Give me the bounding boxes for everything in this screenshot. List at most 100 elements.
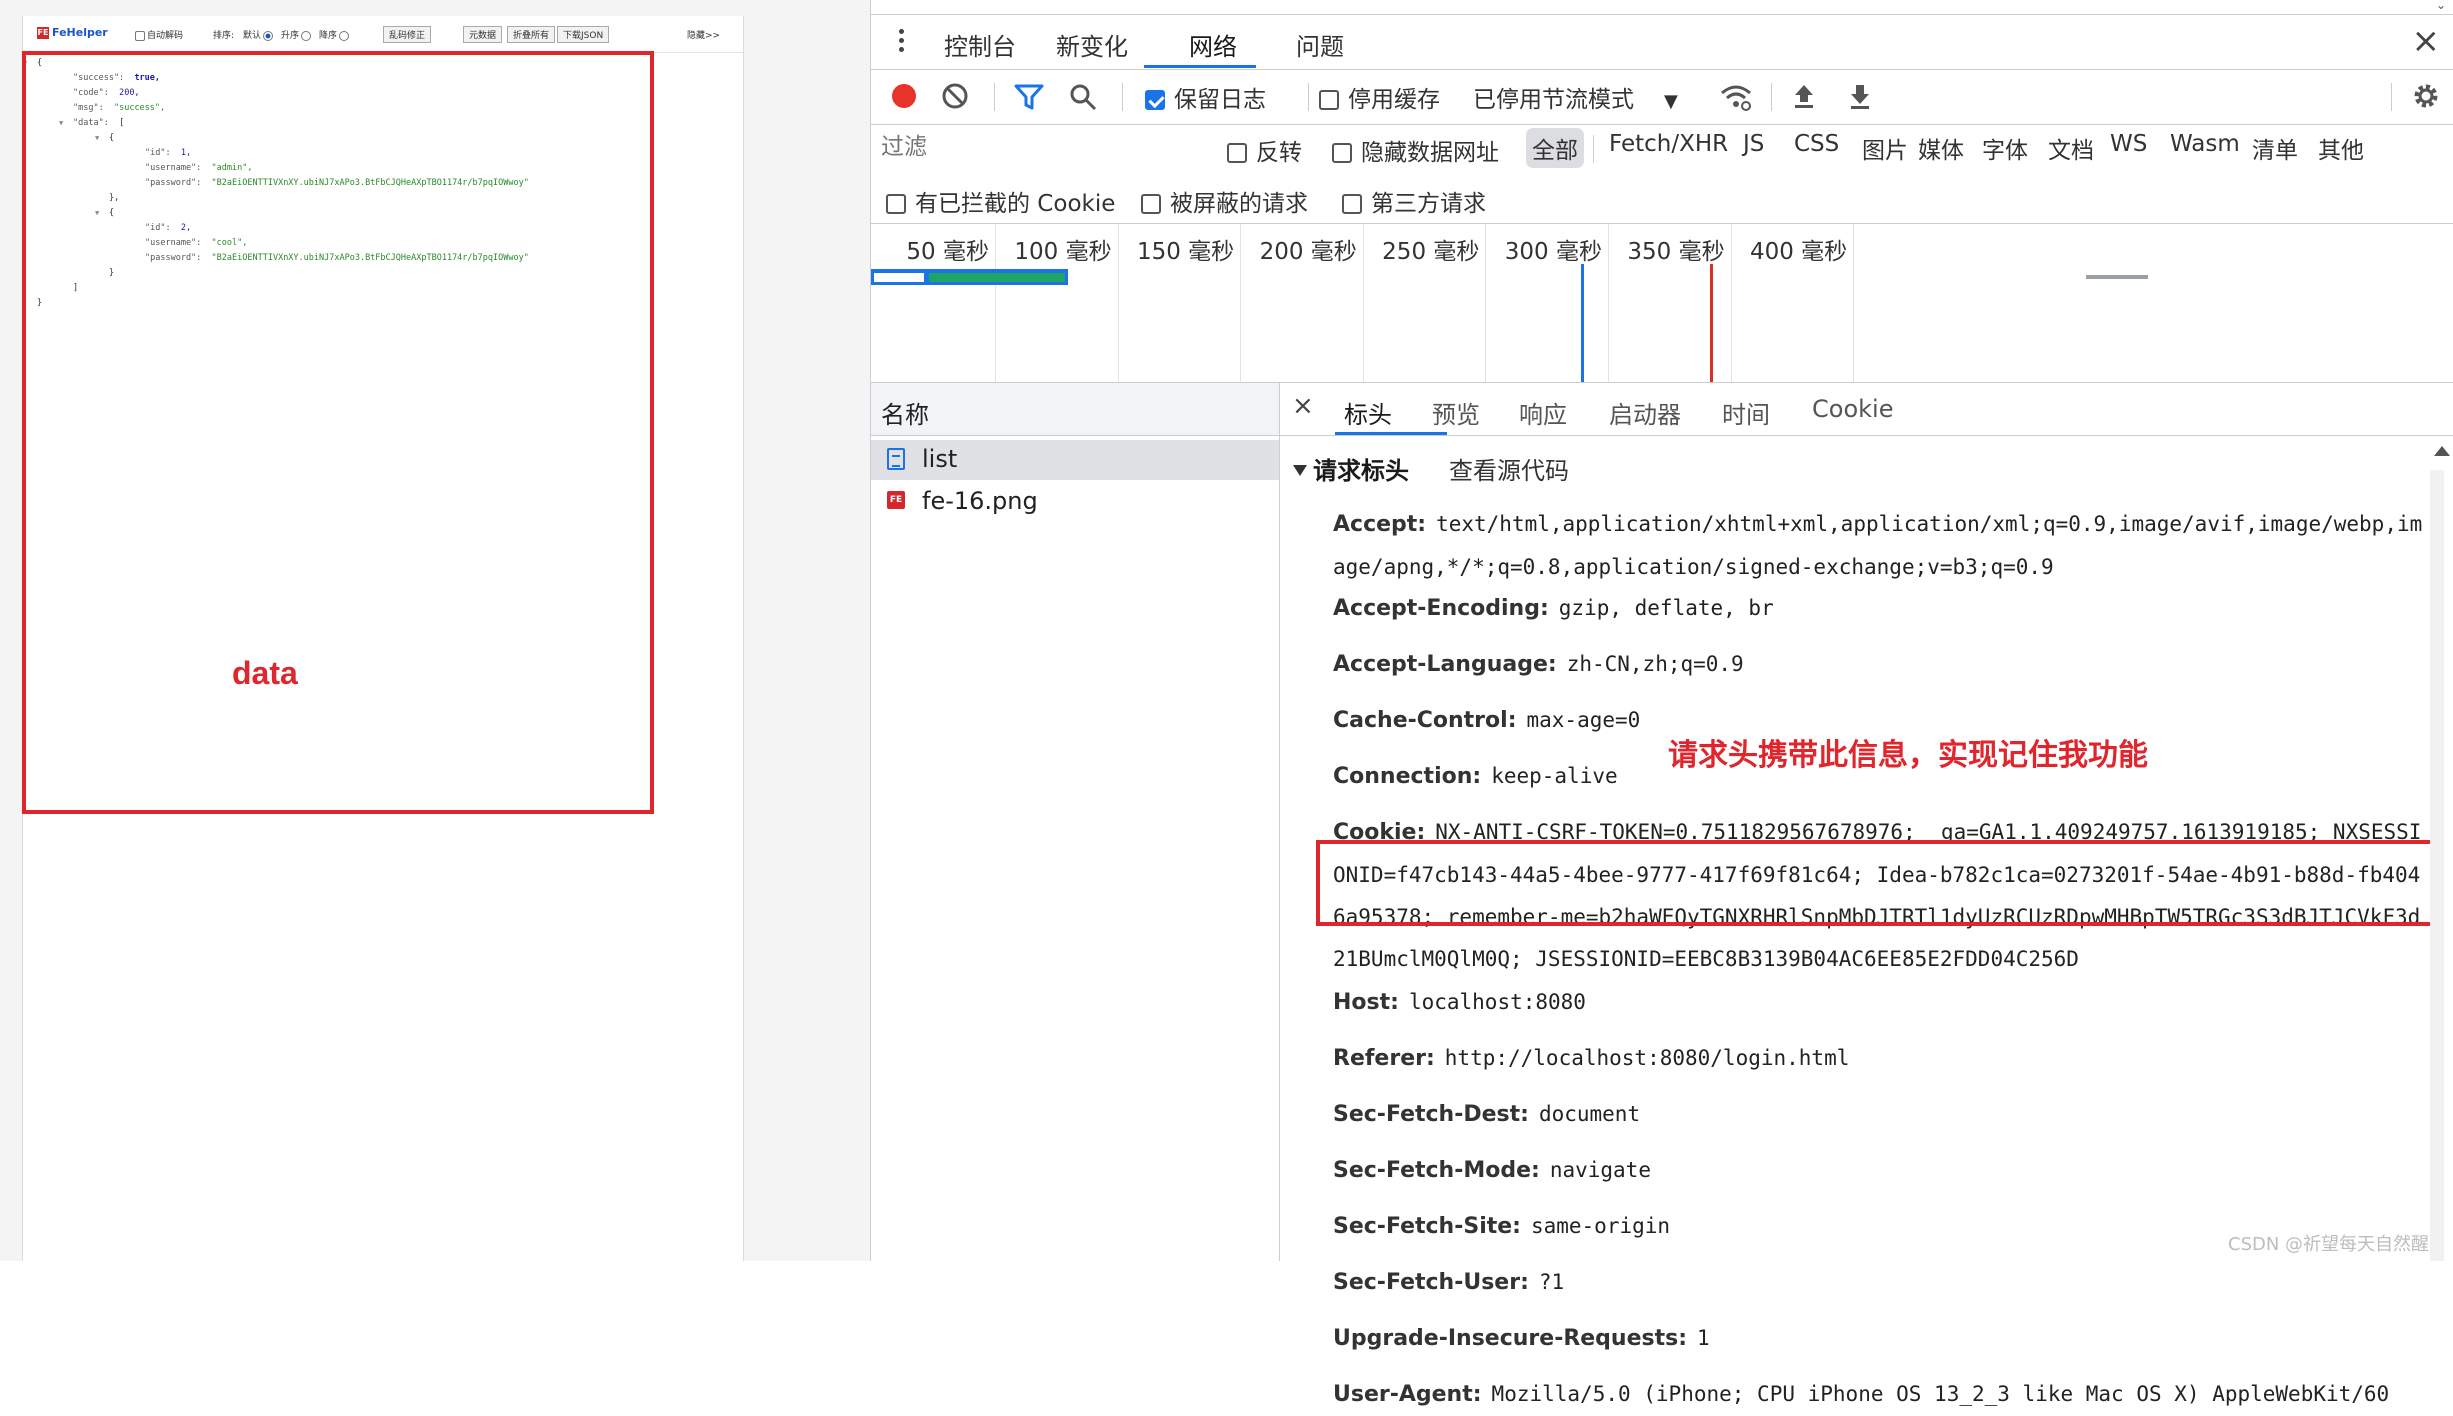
settings-gear-icon[interactable] [2411,81,2441,111]
throttling-select[interactable]: 已停用节流模式 ▼ [1473,80,1678,114]
request-row-fe-16-png[interactable]: FE fe-16.png [871,482,1279,522]
tab-response[interactable]: 响应 [1519,395,1567,430]
tab-issues[interactable]: 问题 [1296,27,1344,62]
filter-input[interactable] [881,129,1211,165]
blocked-cookies-checkbox[interactable]: 有已拦截的 Cookie [886,184,1115,218]
filter-type-font[interactable]: 字体 [1976,128,2034,168]
close-detail-icon[interactable]: × [1292,391,1314,421]
invert-checkbox[interactable]: 反转 [1227,133,1302,167]
header-name: Connection: [1333,764,1482,789]
clear-icon[interactable] [941,82,969,110]
more-menu-icon[interactable] [899,29,904,56]
header-value: localhost:8080 [1408,990,1586,1014]
tab-network[interactable]: 网络 [1189,27,1237,62]
fix-garbled-button[interactable]: 乱码修正 [383,26,432,43]
sort-default-radio[interactable]: 默认 [243,28,275,41]
checkbox-icon [1342,194,1362,214]
scroll-up-arrow-icon[interactable] [2434,446,2450,456]
close-devtools-icon[interactable]: × [2412,21,2441,61]
filter-type-fetch-xhr[interactable]: Fetch/XHR [1603,128,1734,160]
header-value: gzip, deflate, br [1558,596,1774,620]
filter-type-css[interactable]: CSS [1788,128,1845,160]
header-value: navigate [1549,1158,1651,1182]
filter-type-wasm[interactable]: Wasm [2164,128,2246,160]
request-headers-section[interactable]: 请求标头 查看源代码 [1280,451,1569,486]
sort-label: 排序: [213,31,235,41]
header-name: Referer: [1333,1046,1435,1071]
request-row-list[interactable]: list [871,440,1279,480]
timeline-request-bar [2086,275,2148,279]
filter-type-media[interactable]: 媒体 [1912,128,1970,168]
preserve-log-checkbox[interactable]: 保留日志 [1145,80,1266,114]
blocked-requests-checkbox[interactable]: 被屏蔽的请求 [1141,184,1308,218]
filter-bar: 反转 隐藏数据网址 全部 Fetch/XHR JS CSS 图片 媒体 字体 文… [871,125,2453,224]
toolbar-divider [1308,83,1309,111]
header-name: Cache-Control: [1333,708,1517,733]
timeline-tick-label: 350 毫秒 [1627,239,1725,265]
network-conditions-icon[interactable] [1719,82,1753,112]
sort-asc-radio[interactable]: 升序 [281,28,313,41]
auto-decode-checkbox[interactable]: 自动解码 [135,28,183,41]
checkbox-checked-icon [1145,90,1165,110]
timeline-tick-label: 200 毫秒 [1259,239,1357,265]
header-name: User-Agent: [1333,1382,1482,1407]
record-icon[interactable] [892,84,916,108]
filter-type-img[interactable]: 图片 [1856,128,1914,168]
dock-arrow-icon[interactable]: ⌄ [2436,0,2446,12]
header-name: Sec-Fetch-Mode: [1333,1158,1540,1183]
view-source-link[interactable]: 查看源代码 [1449,457,1569,485]
tab-initiator[interactable]: 启动器 [1609,395,1681,430]
third-party-checkbox[interactable]: 第三方请求 [1342,184,1486,218]
timeline-gridline [1240,224,1242,382]
toolbar-divider [2391,83,2392,111]
timeline-tick-label: 250 毫秒 [1382,239,1480,265]
fold-all-button[interactable]: 折叠所有 [507,26,556,43]
hide-data-urls-checkbox[interactable]: 隐藏数据网址 [1332,133,1499,167]
active-detail-tab-indicator [1335,432,1447,435]
triangle-down-icon [1293,465,1307,476]
toolbar-divider [1771,83,1772,111]
export-har-icon[interactable] [1847,82,1873,110]
filter-icon[interactable] [1014,83,1044,111]
annotation-box-cookie [1316,840,2434,926]
filter-type-all[interactable]: 全部 [1526,128,1584,168]
document-icon [887,448,905,470]
hide-toggle[interactable]: 隐藏>> [687,28,720,41]
header-name: Accept: [1333,512,1427,537]
import-har-icon[interactable] [1791,82,1817,110]
tab-console[interactable]: 控制台 [944,27,1016,62]
tab-timing[interactable]: 时间 [1722,395,1770,430]
request-header-row: Referer: http://localhost:8080/login.html [1333,1037,2423,1080]
search-icon[interactable] [1069,83,1097,111]
request-header-row: Accept-Language: zh-CN,zh;q=0.9 [1333,643,2423,686]
image-file-icon: FE [887,491,905,509]
disable-cache-checkbox[interactable]: 停用缓存 [1319,80,1440,114]
name-column-header[interactable]: 名称 [871,383,1279,436]
download-json-button[interactable]: 下载JSON [557,26,610,43]
header-value: 1 [1697,1326,1710,1350]
vertical-scrollbar[interactable] [2430,470,2444,1261]
request-header-row: Sec-Fetch-User: ?1 [1333,1261,2423,1304]
sort-desc-radio[interactable]: 降序 [319,28,351,41]
filter-type-js[interactable]: JS [1737,128,1770,160]
filter-type-ws[interactable]: WS [2104,128,2153,160]
tab-cookies[interactable]: Cookie [1812,395,1893,423]
raw-data-button[interactable]: 元数据 [463,26,503,43]
tab-headers[interactable]: 标头 [1344,395,1392,430]
devtools-panel: ⌄ 控制台 新变化 网络 问题 × 保留日志 停用缓存 已停用节流模式 ▼ 过滤… [870,0,2453,1407]
request-header-row: Sec-Fetch-Mode: navigate [1333,1149,2423,1192]
checkbox-icon [135,30,145,41]
checkbox-icon [1319,90,1339,110]
tab-preview[interactable]: 预览 [1432,395,1480,430]
filter-type-other[interactable]: 其他 [2312,128,2370,168]
request-header-row: Host: localhost:8080 [1333,981,2423,1024]
request-header-row: User-Agent: Mozilla/5.0 (iPhone; CPU iPho… [1333,1373,2423,1416]
tab-whats-new[interactable]: 新变化 [1056,27,1128,62]
header-value: document [1538,1102,1641,1126]
header-name: Sec-Fetch-User: [1333,1270,1529,1295]
filter-type-manifest[interactable]: 清单 [2246,128,2304,168]
radio-icon [263,30,274,41]
network-overview-timeline[interactable]: 50 毫秒 100 毫秒 150 毫秒 200 毫秒 250 毫秒 300 毫秒 350 毫… [871,224,2453,383]
timeline-tick-label: 150 毫秒 [1136,239,1235,265]
filter-type-doc[interactable]: 文档 [2042,128,2100,168]
